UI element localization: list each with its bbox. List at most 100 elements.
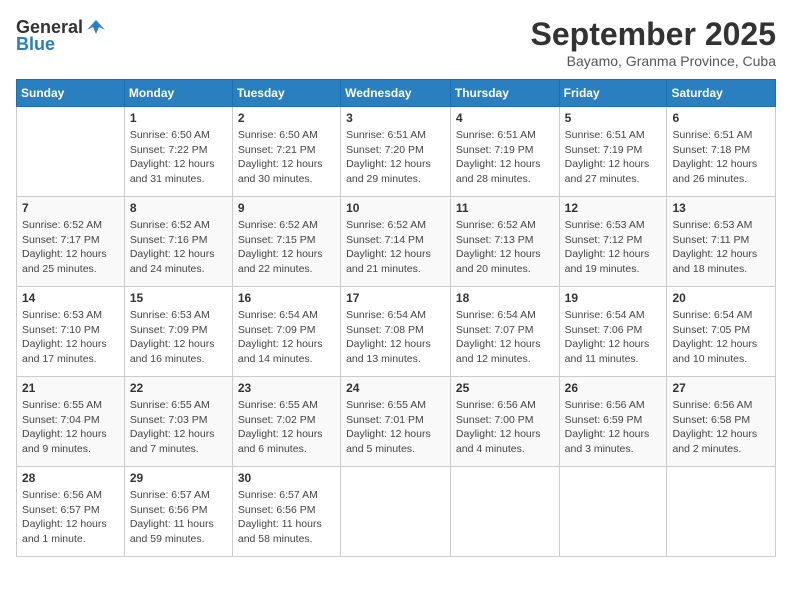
day-number: 9 bbox=[238, 201, 335, 215]
day-number: 15 bbox=[130, 291, 227, 305]
day-number: 13 bbox=[672, 201, 770, 215]
calendar-cell: 16 Sunrise: 6:54 AM Sunset: 7:09 PM Dayli… bbox=[232, 287, 340, 377]
calendar-cell: 18Sunrise: 6:54 AM Sunset: 7:07 PM Dayli… bbox=[450, 287, 559, 377]
day-info: Sunrise: 6:56 AM Sunset: 6:58 PM Dayligh… bbox=[672, 398, 770, 457]
day-number: 21 bbox=[22, 381, 119, 395]
location-subtitle: Bayamo, Granma Province, Cuba bbox=[531, 53, 776, 69]
day-info: Sunrise: 6:54 AM Sunset: 7:06 PM Dayligh… bbox=[565, 308, 662, 367]
day-number: 16 bbox=[238, 291, 335, 305]
day-number: 22 bbox=[130, 381, 227, 395]
calendar-cell bbox=[450, 467, 559, 557]
day-info: Sunrise: 6:57 AM Sunset: 6:56 PM Dayligh… bbox=[130, 488, 227, 547]
calendar-cell: 12 Sunrise: 6:53 AM Sunset: 7:12 PM Dayli… bbox=[559, 197, 667, 287]
logo: General Blue bbox=[16, 16, 107, 55]
calendar-cell: 14Sunrise: 6:53 AM Sunset: 7:10 PM Dayli… bbox=[17, 287, 125, 377]
weekday-header-saturday: Saturday bbox=[667, 80, 776, 107]
calendar-cell bbox=[559, 467, 667, 557]
day-info: Sunrise: 6:50 AM Sunset: 7:22 PM Dayligh… bbox=[130, 128, 227, 187]
week-row-2: 7Sunrise: 6:52 AM Sunset: 7:17 PM Daylig… bbox=[17, 197, 776, 287]
day-number: 30 bbox=[238, 471, 335, 485]
day-info: Sunrise: 6:56 AM Sunset: 6:57 PM Dayligh… bbox=[22, 488, 119, 547]
day-number: 28 bbox=[22, 471, 119, 485]
calendar-cell bbox=[17, 107, 125, 197]
calendar-cell: 5 Sunrise: 6:51 AM Sunset: 7:19 PM Daylig… bbox=[559, 107, 667, 197]
calendar-cell: 17Sunrise: 6:54 AM Sunset: 7:08 PM Dayli… bbox=[341, 287, 451, 377]
day-info: Sunrise: 6:51 AM Sunset: 7:19 PM Dayligh… bbox=[565, 128, 662, 187]
month-title: September 2025 bbox=[531, 16, 776, 53]
day-number: 26 bbox=[565, 381, 662, 395]
calendar-cell: 29 Sunrise: 6:57 AM Sunset: 6:56 PM Dayli… bbox=[124, 467, 232, 557]
day-info: Sunrise: 6:52 AM Sunset: 7:13 PM Dayligh… bbox=[456, 218, 554, 277]
day-info: Sunrise: 6:54 AM Sunset: 7:05 PM Dayligh… bbox=[672, 308, 770, 367]
day-number: 11 bbox=[456, 201, 554, 215]
week-row-4: 21 Sunrise: 6:55 AM Sunset: 7:04 PM Dayli… bbox=[17, 377, 776, 467]
day-number: 29 bbox=[130, 471, 227, 485]
calendar-cell: 30 Sunrise: 6:57 AM Sunset: 6:56 PM Dayli… bbox=[232, 467, 340, 557]
calendar-table: SundayMondayTuesdayWednesdayThursdayFrid… bbox=[16, 79, 776, 557]
day-number: 2 bbox=[238, 111, 335, 125]
day-info: Sunrise: 6:52 AM Sunset: 7:15 PM Dayligh… bbox=[238, 218, 335, 277]
day-number: 14 bbox=[22, 291, 119, 305]
calendar-cell: 25 Sunrise: 6:56 AM Sunset: 7:00 PM Dayli… bbox=[450, 377, 559, 467]
day-number: 5 bbox=[565, 111, 662, 125]
day-info: Sunrise: 6:52 AM Sunset: 7:17 PM Dayligh… bbox=[22, 218, 119, 277]
day-info: Sunrise: 6:53 AM Sunset: 7:09 PM Dayligh… bbox=[130, 308, 227, 367]
day-info: Sunrise: 6:57 AM Sunset: 6:56 PM Dayligh… bbox=[238, 488, 335, 547]
week-row-5: 28 Sunrise: 6:56 AM Sunset: 6:57 PM Dayli… bbox=[17, 467, 776, 557]
day-info: Sunrise: 6:50 AM Sunset: 7:21 PM Dayligh… bbox=[238, 128, 335, 187]
title-area: September 2025 Bayamo, Granma Province, … bbox=[531, 16, 776, 69]
day-info: Sunrise: 6:54 AM Sunset: 7:08 PM Dayligh… bbox=[346, 308, 445, 367]
calendar-cell: 23 Sunrise: 6:55 AM Sunset: 7:02 PM Dayli… bbox=[232, 377, 340, 467]
weekday-header-friday: Friday bbox=[559, 80, 667, 107]
calendar-cell: 13 Sunrise: 6:53 AM Sunset: 7:11 PM Dayli… bbox=[667, 197, 776, 287]
calendar-cell: 3Sunrise: 6:51 AM Sunset: 7:20 PM Daylig… bbox=[341, 107, 451, 197]
day-info: Sunrise: 6:55 AM Sunset: 7:04 PM Dayligh… bbox=[22, 398, 119, 457]
day-number: 6 bbox=[672, 111, 770, 125]
week-row-1: 1 Sunrise: 6:50 AM Sunset: 7:22 PM Daylig… bbox=[17, 107, 776, 197]
week-row-3: 14Sunrise: 6:53 AM Sunset: 7:10 PM Dayli… bbox=[17, 287, 776, 377]
weekday-header-thursday: Thursday bbox=[450, 80, 559, 107]
day-number: 27 bbox=[672, 381, 770, 395]
day-number: 25 bbox=[456, 381, 554, 395]
calendar-cell: 11 Sunrise: 6:52 AM Sunset: 7:13 PM Dayli… bbox=[450, 197, 559, 287]
calendar-cell bbox=[667, 467, 776, 557]
header: General Blue September 2025 Bayamo, Gran… bbox=[16, 16, 776, 69]
day-info: Sunrise: 6:55 AM Sunset: 7:03 PM Dayligh… bbox=[130, 398, 227, 457]
day-info: Sunrise: 6:51 AM Sunset: 7:20 PM Dayligh… bbox=[346, 128, 445, 187]
day-number: 10 bbox=[346, 201, 445, 215]
calendar-cell: 20 Sunrise: 6:54 AM Sunset: 7:05 PM Dayli… bbox=[667, 287, 776, 377]
day-info: Sunrise: 6:54 AM Sunset: 7:09 PM Dayligh… bbox=[238, 308, 335, 367]
day-number: 1 bbox=[130, 111, 227, 125]
calendar-cell: 9 Sunrise: 6:52 AM Sunset: 7:15 PM Daylig… bbox=[232, 197, 340, 287]
calendar-cell: 2 Sunrise: 6:50 AM Sunset: 7:21 PM Daylig… bbox=[232, 107, 340, 197]
calendar-cell bbox=[341, 467, 451, 557]
day-info: Sunrise: 6:54 AM Sunset: 7:07 PM Dayligh… bbox=[456, 308, 554, 367]
weekday-header-wednesday: Wednesday bbox=[341, 80, 451, 107]
day-info: Sunrise: 6:55 AM Sunset: 7:01 PM Dayligh… bbox=[346, 398, 445, 457]
calendar-cell: 28 Sunrise: 6:56 AM Sunset: 6:57 PM Dayli… bbox=[17, 467, 125, 557]
day-info: Sunrise: 6:51 AM Sunset: 7:18 PM Dayligh… bbox=[672, 128, 770, 187]
calendar-cell: 24 Sunrise: 6:55 AM Sunset: 7:01 PM Dayli… bbox=[341, 377, 451, 467]
day-number: 19 bbox=[565, 291, 662, 305]
day-info: Sunrise: 6:55 AM Sunset: 7:02 PM Dayligh… bbox=[238, 398, 335, 457]
calendar-cell: 22 Sunrise: 6:55 AM Sunset: 7:03 PM Dayli… bbox=[124, 377, 232, 467]
day-info: Sunrise: 6:53 AM Sunset: 7:11 PM Dayligh… bbox=[672, 218, 770, 277]
calendar-cell: 8Sunrise: 6:52 AM Sunset: 7:16 PM Daylig… bbox=[124, 197, 232, 287]
calendar-cell: 4Sunrise: 6:51 AM Sunset: 7:19 PM Daylig… bbox=[450, 107, 559, 197]
day-number: 12 bbox=[565, 201, 662, 215]
day-number: 23 bbox=[238, 381, 335, 395]
weekday-header-sunday: Sunday bbox=[17, 80, 125, 107]
calendar-cell: 10Sunrise: 6:52 AM Sunset: 7:14 PM Dayli… bbox=[341, 197, 451, 287]
day-number: 24 bbox=[346, 381, 445, 395]
calendar-cell: 27 Sunrise: 6:56 AM Sunset: 6:58 PM Dayli… bbox=[667, 377, 776, 467]
calendar-cell: 15 Sunrise: 6:53 AM Sunset: 7:09 PM Dayli… bbox=[124, 287, 232, 377]
day-info: Sunrise: 6:53 AM Sunset: 7:12 PM Dayligh… bbox=[565, 218, 662, 277]
calendar-cell: 7Sunrise: 6:52 AM Sunset: 7:17 PM Daylig… bbox=[17, 197, 125, 287]
weekday-header-tuesday: Tuesday bbox=[232, 80, 340, 107]
day-number: 20 bbox=[672, 291, 770, 305]
day-info: Sunrise: 6:56 AM Sunset: 7:00 PM Dayligh… bbox=[456, 398, 554, 457]
day-info: Sunrise: 6:51 AM Sunset: 7:19 PM Dayligh… bbox=[456, 128, 554, 187]
logo-blue-text: Blue bbox=[16, 34, 55, 55]
calendar-cell: 1 Sunrise: 6:50 AM Sunset: 7:22 PM Daylig… bbox=[124, 107, 232, 197]
day-info: Sunrise: 6:56 AM Sunset: 6:59 PM Dayligh… bbox=[565, 398, 662, 457]
